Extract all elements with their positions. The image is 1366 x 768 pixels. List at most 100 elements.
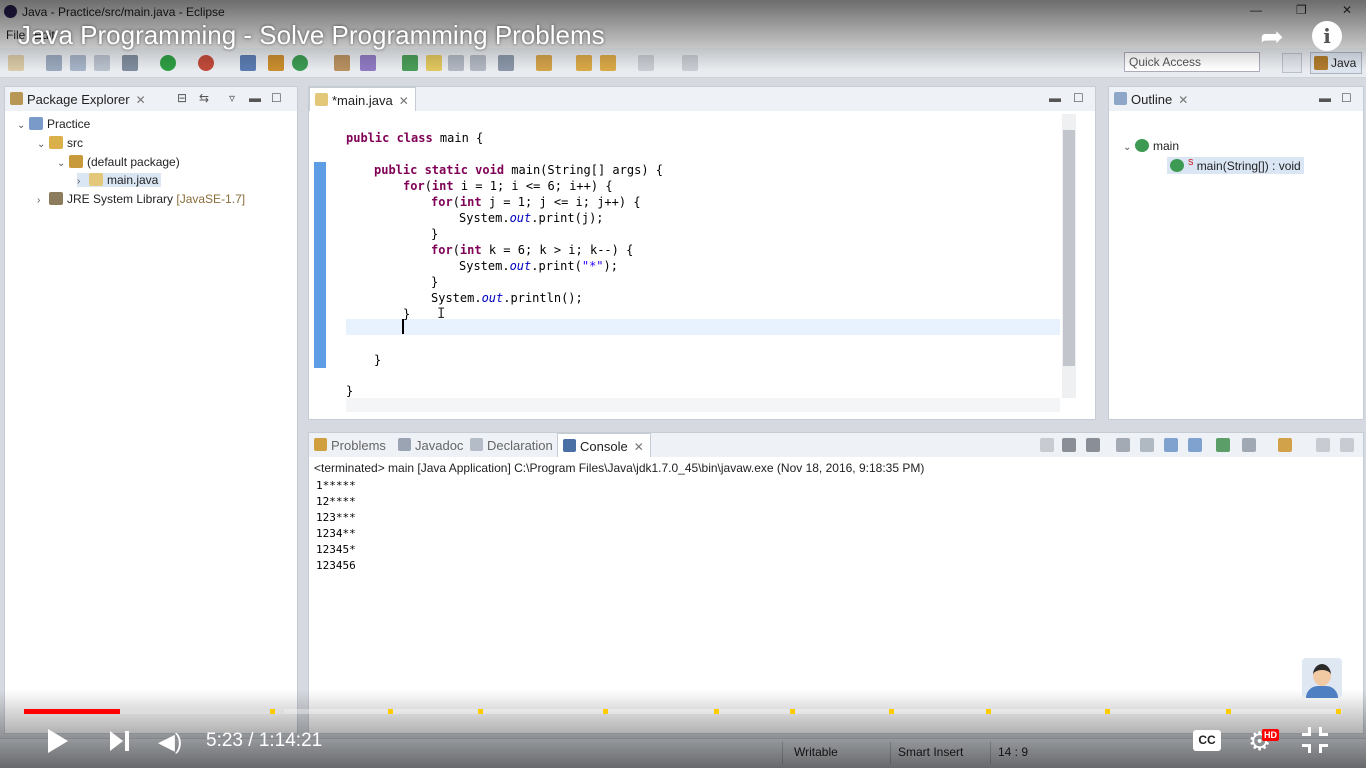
chevron-down-icon[interactable]: ⌄	[37, 139, 49, 150]
show-on-stderr-icon[interactable]	[1188, 438, 1202, 452]
collapse-all-icon[interactable]: ⊟	[177, 91, 187, 105]
last-edit-icon[interactable]	[576, 55, 592, 71]
tab-main-java[interactable]: *main.java ✕	[309, 87, 416, 111]
share-icon[interactable]: ➦	[1255, 22, 1289, 52]
minimize-view-icon[interactable]: ▬	[249, 91, 261, 105]
forward-icon[interactable]	[638, 55, 654, 71]
close-tab-icon[interactable]: ✕	[634, 440, 644, 454]
channel-avatar[interactable]	[1302, 658, 1342, 698]
chapter-marker	[1226, 709, 1231, 714]
console-panel: Problems Javadoc Declaration Console ✕	[308, 432, 1364, 734]
clear-console-icon[interactable]	[1116, 438, 1130, 452]
exit-fullscreen-icon[interactable]	[1302, 727, 1328, 753]
prev-annotation-icon[interactable]	[536, 55, 552, 71]
java-perspective-icon	[1314, 56, 1328, 70]
outline-header: Outline ✕ ▬ ☐	[1109, 87, 1363, 111]
code-line: }	[431, 275, 439, 289]
quick-access-input[interactable]: Quick Access	[1124, 52, 1260, 72]
code-line: for(int i = 1; i <= 6; i++) {	[403, 179, 613, 193]
info-icon[interactable]: i	[1312, 21, 1342, 51]
external-tools-icon[interactable]	[198, 55, 214, 71]
package-explorer-tab-label: Package Explorer	[27, 92, 130, 107]
tree-jre-library[interactable]: › JRE System Library [JavaSE-1.7]	[37, 192, 245, 206]
next-video-icon[interactable]	[110, 731, 130, 751]
java-perspective-button[interactable]: Java	[1310, 52, 1362, 74]
display-console-icon[interactable]	[1242, 438, 1256, 452]
video-title[interactable]: Java Programming - Solve Programming Pro…	[18, 20, 605, 51]
minimize-icon[interactable]: —	[1250, 3, 1262, 17]
block-selection-icon[interactable]	[448, 55, 464, 71]
view-menu-icon[interactable]: ▿	[229, 91, 235, 105]
tab-javadoc[interactable]: Javadoc	[393, 433, 469, 457]
remove-launch-icon[interactable]	[1062, 438, 1076, 452]
tree-default-package[interactable]: ⌄ (default package)	[57, 155, 180, 169]
minimize-view-icon[interactable]	[1316, 438, 1330, 452]
save-icon[interactable]	[46, 55, 62, 71]
maximize-icon[interactable]: ❐	[1296, 3, 1307, 17]
tab-outline[interactable]: Outline ✕	[1109, 87, 1194, 111]
back-icon[interactable]	[600, 55, 616, 71]
new-java-class-icon[interactable]	[292, 55, 308, 71]
print-icon[interactable]	[94, 55, 110, 71]
minimize-view-icon[interactable]: ▬	[1049, 91, 1061, 105]
close-icon[interactable]: ✕	[1342, 3, 1352, 17]
run-icon[interactable]	[160, 55, 176, 71]
tree-project[interactable]: ⌄ Practice	[17, 117, 90, 131]
chevron-right-icon[interactable]: ›	[77, 176, 89, 187]
terminate-icon[interactable]	[1040, 438, 1054, 452]
tab-console[interactable]: Console ✕	[557, 433, 651, 457]
close-tab-icon[interactable]: ✕	[1178, 93, 1188, 107]
search-icon[interactable]	[360, 55, 376, 71]
outline-method-item[interactable]: S main(String[]) : void	[1167, 157, 1304, 174]
close-tab-icon[interactable]: ✕	[136, 93, 146, 107]
class-icon	[1135, 139, 1149, 152]
tab-package-explorer[interactable]: Package Explorer ✕	[5, 87, 152, 111]
next-annotation-icon[interactable]	[498, 55, 514, 71]
chevron-down-icon[interactable]: ⌄	[17, 120, 29, 131]
maximize-view-icon[interactable]: ☐	[1341, 91, 1352, 105]
captions-icon[interactable]: CC	[1193, 730, 1221, 751]
chevron-down-icon[interactable]: ⌄	[1123, 142, 1135, 153]
debug-settings-icon[interactable]	[122, 55, 138, 71]
code-editor[interactable]: public class main { public static void m…	[314, 114, 1060, 400]
code-line: public static void main(String[] args) {	[374, 163, 663, 177]
maximize-view-icon[interactable]: ☐	[271, 91, 282, 105]
editor-scroll-thumb[interactable]	[1063, 130, 1075, 366]
chevron-right-icon[interactable]: ›	[37, 195, 49, 206]
show-on-stdout-icon[interactable]	[1164, 438, 1178, 452]
maximize-view-icon[interactable]: ☐	[1073, 91, 1084, 105]
close-tab-icon[interactable]: ✕	[399, 94, 409, 108]
remove-all-icon[interactable]	[1086, 438, 1100, 452]
chevron-down-icon[interactable]: ⌄	[57, 158, 69, 169]
tree-file-main[interactable]: › main.java	[77, 173, 162, 187]
hd-badge: HD	[1262, 729, 1279, 741]
console-launch-header: <terminated> main [Java Application] C:\…	[314, 461, 925, 475]
editor-tab-label: *main.java	[332, 93, 393, 108]
project-label: Practice	[47, 117, 91, 131]
tab-declaration[interactable]: Declaration	[465, 433, 559, 457]
new-icon[interactable]	[8, 55, 24, 71]
method-icon	[1170, 159, 1184, 172]
volume-icon[interactable]: ◀)	[158, 729, 182, 755]
link-with-editor-icon[interactable]: ⇆	[199, 91, 209, 105]
tree-src-folder[interactable]: ⌄ src	[37, 136, 83, 150]
minimize-view-icon[interactable]: ▬	[1319, 91, 1331, 105]
play-icon[interactable]	[48, 729, 68, 753]
open-console-icon[interactable]	[1278, 438, 1292, 452]
open-perspective-button[interactable]	[1282, 53, 1302, 73]
maximize-view-icon[interactable]	[1340, 438, 1354, 452]
mark-occurrences-icon[interactable]	[426, 55, 442, 71]
new-java-package-icon[interactable]	[268, 55, 284, 71]
show-whitespace-icon[interactable]	[470, 55, 486, 71]
annotation-icon[interactable]	[402, 55, 418, 71]
tab-problems[interactable]: Problems	[309, 433, 392, 457]
editor-horizontal-scrollbar[interactable]	[346, 398, 1060, 412]
scroll-lock-icon[interactable]	[1140, 438, 1154, 452]
outline-class-item[interactable]: ⌄ main	[1123, 139, 1179, 153]
pin-console-icon[interactable]	[1216, 438, 1230, 452]
open-type-icon[interactable]	[334, 55, 350, 71]
pin-editor-icon[interactable]	[682, 55, 698, 71]
editor-header: *main.java ✕ ▬ ☐	[309, 87, 1095, 111]
toggle-breakpoint-icon[interactable]	[240, 55, 256, 71]
save-all-icon[interactable]	[70, 55, 86, 71]
